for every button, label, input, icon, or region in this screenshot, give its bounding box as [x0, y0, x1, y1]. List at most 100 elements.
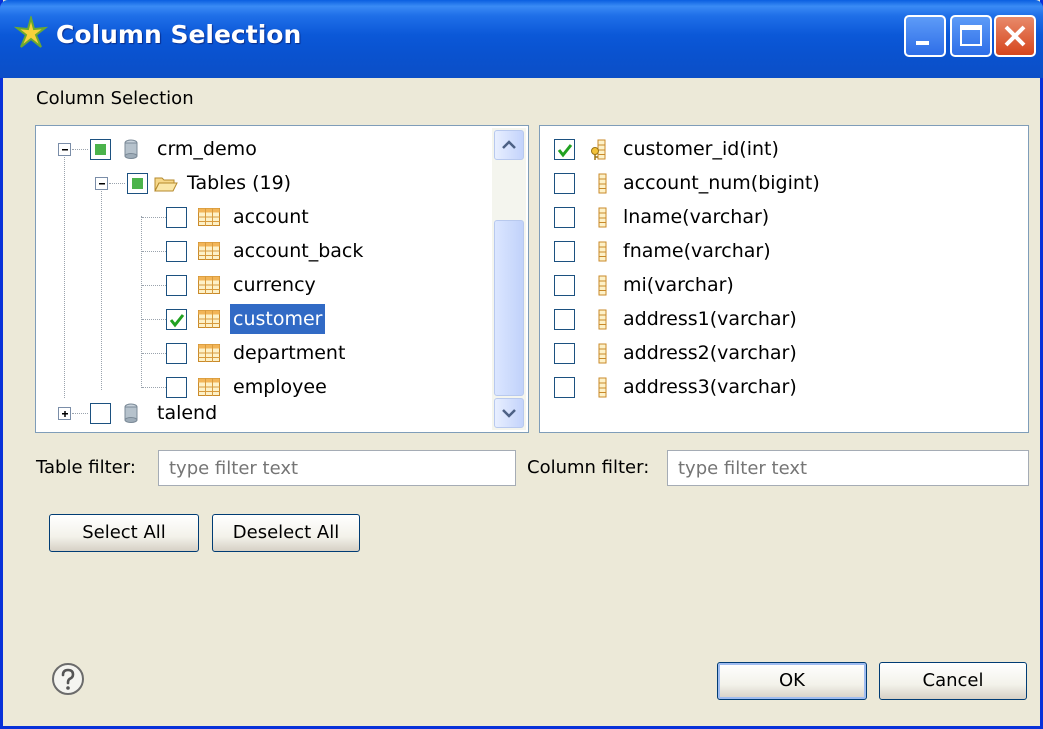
checkbox[interactable]	[166, 377, 187, 398]
tree-node-crm-demo[interactable]: crm_demo	[36, 134, 492, 164]
column-icon	[598, 275, 607, 296]
list-empty-area	[540, 398, 1028, 432]
minus-icon	[99, 183, 105, 185]
checkbox[interactable]	[554, 343, 575, 364]
column-selection-dialog: Column Selection Column Selection crm_de…	[0, 0, 1043, 729]
checkbox[interactable]	[554, 309, 575, 330]
checkbox[interactable]	[166, 207, 187, 228]
table-icon	[198, 310, 220, 328]
column-label: lname(varchar)	[623, 206, 770, 228]
tree-connector	[142, 285, 166, 286]
checkmark-icon	[557, 144, 573, 158]
table-icon	[198, 276, 220, 294]
deselect-all-button[interactable]: Deselect All	[212, 514, 360, 552]
table-tree[interactable]: crm_demo Tables (19) account account_bac…	[35, 125, 529, 433]
minimize-button[interactable]	[904, 15, 946, 57]
column-label: fname(varchar)	[623, 240, 771, 262]
checkbox[interactable]	[554, 275, 575, 296]
checkbox[interactable]	[90, 139, 111, 160]
table-icon	[198, 208, 220, 226]
table-icon	[198, 242, 220, 260]
column-item[interactable]: address2(varchar)	[540, 338, 1028, 368]
tree-connector	[142, 387, 166, 388]
column-item[interactable]: lname(varchar)	[540, 202, 1028, 232]
column-filter-input[interactable]	[667, 450, 1029, 486]
select-all-button[interactable]: Select All	[49, 514, 199, 552]
column-icon	[598, 309, 607, 330]
checkbox-checked[interactable]	[166, 309, 187, 330]
chevron-down-icon	[502, 409, 516, 418]
checkbox[interactable]	[554, 207, 575, 228]
column-filter-label: Column filter:	[527, 457, 650, 478]
node-label: department	[233, 342, 346, 364]
checkbox[interactable]	[90, 403, 111, 424]
tree-connector	[72, 149, 88, 150]
collapse-toggle[interactable]	[58, 143, 71, 156]
column-item[interactable]: fname(varchar)	[540, 236, 1028, 266]
column-item[interactable]: customer_id(int)	[540, 134, 1028, 164]
tree-node-table[interactable]: account	[36, 202, 492, 232]
tree-connector	[109, 183, 125, 184]
column-icon	[598, 343, 607, 364]
tree-connector	[142, 217, 166, 218]
checkmark-icon	[169, 314, 185, 328]
checkbox-checked[interactable]	[554, 139, 575, 160]
table-icon	[198, 344, 220, 362]
node-label: account	[233, 206, 309, 228]
chevron-up-icon	[502, 140, 516, 149]
scroll-down-button[interactable]	[494, 398, 524, 428]
database-icon	[124, 403, 138, 423]
minimize-icon	[916, 41, 929, 45]
column-icon	[598, 207, 607, 228]
checkbox[interactable]	[166, 275, 187, 296]
node-label: account_back	[233, 240, 364, 262]
tree-node-talend[interactable]: talend	[36, 398, 492, 428]
column-icon	[598, 173, 607, 194]
help-icon[interactable]	[51, 662, 85, 696]
column-label: account_num(bigint)	[623, 172, 820, 194]
scroll-up-button[interactable]	[494, 130, 524, 160]
tree-node-tables[interactable]: Tables (19)	[36, 168, 492, 198]
maximize-button[interactable]	[950, 15, 992, 57]
scroll-thumb[interactable]	[494, 220, 524, 396]
cancel-button[interactable]: Cancel	[879, 662, 1027, 700]
tree-node-table[interactable]: currency	[36, 270, 492, 300]
table-icon	[198, 378, 220, 396]
column-label: address1(varchar)	[623, 308, 797, 330]
node-label: currency	[233, 274, 316, 296]
tree-node-table[interactable]: department	[36, 338, 492, 368]
checkbox[interactable]	[554, 377, 575, 398]
column-label: customer_id(int)	[623, 138, 779, 160]
plus-icon	[62, 411, 68, 417]
column-item[interactable]: mi(varchar)	[540, 270, 1028, 300]
table-filter-label: Table filter:	[36, 457, 136, 478]
tree-node-table[interactable]: account_back	[36, 236, 492, 266]
tree-node-table-selected[interactable]: customer	[36, 304, 492, 334]
column-label: mi(varchar)	[623, 274, 734, 296]
column-icon	[598, 241, 607, 262]
checkbox[interactable]	[166, 241, 187, 262]
column-label: address2(varchar)	[623, 342, 797, 364]
tree-connector	[142, 251, 166, 252]
column-item[interactable]: address1(varchar)	[540, 304, 1028, 334]
checkbox[interactable]	[554, 173, 575, 194]
node-label: talend	[157, 402, 218, 424]
ok-button[interactable]: OK	[717, 662, 867, 700]
checkbox[interactable]	[554, 241, 575, 262]
column-icon	[598, 377, 607, 398]
close-button[interactable]	[994, 15, 1036, 57]
expand-toggle[interactable]	[58, 407, 71, 420]
column-item[interactable]: account_num(bigint)	[540, 168, 1028, 198]
tree-connector	[142, 353, 166, 354]
table-filter-input[interactable]	[158, 450, 516, 486]
tree-connector	[72, 413, 88, 414]
close-icon	[1004, 25, 1026, 47]
database-icon	[124, 139, 138, 159]
tree-connector	[142, 319, 166, 320]
title-bar[interactable]: Column Selection	[0, 0, 1043, 78]
column-list[interactable]: customer_id(int) account_num(bigint) lna…	[539, 125, 1029, 433]
collapse-toggle[interactable]	[95, 177, 108, 190]
tree-scrollbar[interactable]	[492, 128, 526, 430]
checkbox[interactable]	[127, 173, 148, 194]
checkbox[interactable]	[166, 343, 187, 364]
